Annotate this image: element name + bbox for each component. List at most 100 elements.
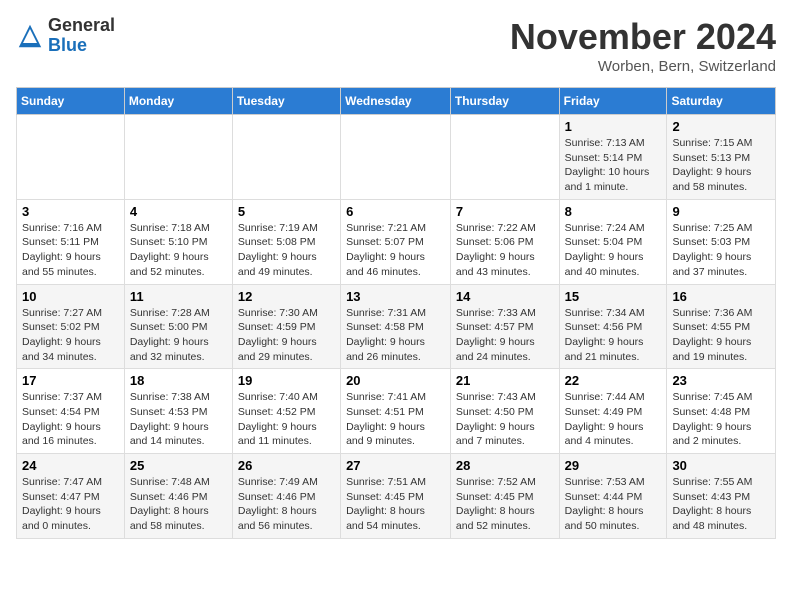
header: General Blue November 2024 Worben, Bern,…: [16, 16, 776, 75]
day-cell: 19Sunrise: 7:40 AM Sunset: 4:52 PM Dayli…: [232, 369, 340, 454]
day-info: Sunrise: 7:28 AM Sunset: 5:00 PM Dayligh…: [130, 306, 227, 365]
day-info: Sunrise: 7:19 AM Sunset: 5:08 PM Dayligh…: [238, 221, 335, 280]
day-number: 8: [565, 204, 662, 219]
day-cell: 24 Sunrise: 7:47 AM Sunset: 4:47 PM Dayli…: [17, 454, 125, 539]
header-sunday: Sunday: [17, 88, 125, 115]
day-number: 13: [346, 289, 445, 304]
day-cell: 14 Sunrise: 7:33 AM Sunset: 4:57 PM Dayli…: [450, 284, 559, 369]
day-number: 22: [565, 373, 662, 388]
day-info: Sunrise: 7:22 AM Sunset: 5:06 PM Dayligh…: [456, 221, 554, 280]
day-cell: 29 Sunrise: 7:53 AM Sunset: 4:44 PM Dayli…: [559, 454, 667, 539]
calendar-table: SundayMondayTuesdayWednesdayThursdayFrid…: [16, 87, 776, 539]
day-number: 4: [130, 204, 227, 219]
day-number: 16: [672, 289, 770, 304]
header-thursday: Thursday: [450, 88, 559, 115]
day-cell: [341, 115, 451, 200]
day-number: 10: [22, 289, 119, 304]
day-cell: 25 Sunrise: 7:48 AM Sunset: 4:46 PM Dayli…: [124, 454, 232, 539]
day-number: 23: [672, 373, 770, 388]
day-cell: 15Sunrise: 7:34 AM Sunset: 4:56 PM Dayli…: [559, 284, 667, 369]
day-number: 29: [565, 458, 662, 473]
day-cell: 8Sunrise: 7:24 AM Sunset: 5:04 PM Daylig…: [559, 199, 667, 284]
day-cell: 20 Sunrise: 7:41 AM Sunset: 4:51 PM Dayli…: [341, 369, 451, 454]
day-cell: 2 Sunrise: 7:15 AM Sunset: 5:13 PM Daylig…: [667, 115, 776, 200]
week-row-5: 24 Sunrise: 7:47 AM Sunset: 4:47 PM Dayli…: [17, 454, 776, 539]
day-info: Sunrise: 7:44 AM Sunset: 4:49 PM Dayligh…: [565, 390, 662, 449]
day-info: Sunrise: 7:33 AM Sunset: 4:57 PM Dayligh…: [456, 306, 554, 365]
day-cell: 5 Sunrise: 7:19 AM Sunset: 5:08 PM Daylig…: [232, 199, 340, 284]
day-number: 26: [238, 458, 335, 473]
day-number: 1: [565, 119, 662, 134]
header-wednesday: Wednesday: [341, 88, 451, 115]
day-number: 9: [672, 204, 770, 219]
day-info: Sunrise: 7:51 AM Sunset: 4:45 PM Dayligh…: [346, 475, 445, 534]
day-cell: 22 Sunrise: 7:44 AM Sunset: 4:49 PM Dayli…: [559, 369, 667, 454]
header-saturday: Saturday: [667, 88, 776, 115]
header-monday: Monday: [124, 88, 232, 115]
day-number: 25: [130, 458, 227, 473]
day-info: Sunrise: 7:38 AM Sunset: 4:53 PM Dayligh…: [130, 390, 227, 449]
day-cell: 13 Sunrise: 7:31 AM Sunset: 4:58 PM Dayli…: [341, 284, 451, 369]
day-cell: 10Sunrise: 7:27 AM Sunset: 5:02 PM Dayli…: [17, 284, 125, 369]
day-info: Sunrise: 7:13 AM Sunset: 5:14 PM Dayligh…: [565, 136, 662, 195]
day-cell: [17, 115, 125, 200]
day-number: 18: [130, 373, 227, 388]
day-number: 20: [346, 373, 445, 388]
day-number: 11: [130, 289, 227, 304]
location: Worben, Bern, Switzerland: [510, 58, 776, 75]
day-info: Sunrise: 7:45 AM Sunset: 4:48 PM Dayligh…: [672, 390, 770, 449]
day-cell: 23 Sunrise: 7:45 AM Sunset: 4:48 PM Dayli…: [667, 369, 776, 454]
day-cell: 9Sunrise: 7:25 AM Sunset: 5:03 PM Daylig…: [667, 199, 776, 284]
day-cell: 1 Sunrise: 7:13 AM Sunset: 5:14 PM Daylig…: [559, 115, 667, 200]
day-cell: 6 Sunrise: 7:21 AM Sunset: 5:07 PM Daylig…: [341, 199, 451, 284]
day-cell: 26 Sunrise: 7:49 AM Sunset: 4:46 PM Dayli…: [232, 454, 340, 539]
day-cell: 7 Sunrise: 7:22 AM Sunset: 5:06 PM Daylig…: [450, 199, 559, 284]
day-info: Sunrise: 7:34 AM Sunset: 4:56 PM Dayligh…: [565, 306, 662, 365]
day-info: Sunrise: 7:16 AM Sunset: 5:11 PM Dayligh…: [22, 221, 119, 280]
day-info: Sunrise: 7:21 AM Sunset: 5:07 PM Dayligh…: [346, 221, 445, 280]
day-cell: 3Sunrise: 7:16 AM Sunset: 5:11 PM Daylig…: [17, 199, 125, 284]
day-info: Sunrise: 7:55 AM Sunset: 4:43 PM Dayligh…: [672, 475, 770, 534]
day-info: Sunrise: 7:43 AM Sunset: 4:50 PM Dayligh…: [456, 390, 554, 449]
day-cell: 16 Sunrise: 7:36 AM Sunset: 4:55 PM Dayli…: [667, 284, 776, 369]
week-row-4: 17Sunrise: 7:37 AM Sunset: 4:54 PM Dayli…: [17, 369, 776, 454]
day-cell: 17Sunrise: 7:37 AM Sunset: 4:54 PM Dayli…: [17, 369, 125, 454]
day-info: Sunrise: 7:48 AM Sunset: 4:46 PM Dayligh…: [130, 475, 227, 534]
title-area: November 2024 Worben, Bern, Switzerland: [510, 16, 776, 75]
calendar-header-row: SundayMondayTuesdayWednesdayThursdayFrid…: [17, 88, 776, 115]
day-cell: 27 Sunrise: 7:51 AM Sunset: 4:45 PM Dayli…: [341, 454, 451, 539]
day-number: 5: [238, 204, 335, 219]
header-tuesday: Tuesday: [232, 88, 340, 115]
day-number: 30: [672, 458, 770, 473]
day-number: 28: [456, 458, 554, 473]
day-cell: 18 Sunrise: 7:38 AM Sunset: 4:53 PM Dayli…: [124, 369, 232, 454]
day-info: Sunrise: 7:30 AM Sunset: 4:59 PM Dayligh…: [238, 306, 335, 365]
day-info: Sunrise: 7:36 AM Sunset: 4:55 PM Dayligh…: [672, 306, 770, 365]
day-number: 7: [456, 204, 554, 219]
day-info: Sunrise: 7:53 AM Sunset: 4:44 PM Dayligh…: [565, 475, 662, 534]
day-info: Sunrise: 7:52 AM Sunset: 4:45 PM Dayligh…: [456, 475, 554, 534]
day-cell: 28 Sunrise: 7:52 AM Sunset: 4:45 PM Dayli…: [450, 454, 559, 539]
week-row-3: 10Sunrise: 7:27 AM Sunset: 5:02 PM Dayli…: [17, 284, 776, 369]
day-number: 2: [672, 119, 770, 134]
day-number: 21: [456, 373, 554, 388]
day-info: Sunrise: 7:49 AM Sunset: 4:46 PM Dayligh…: [238, 475, 335, 534]
day-info: Sunrise: 7:15 AM Sunset: 5:13 PM Dayligh…: [672, 136, 770, 195]
day-number: 27: [346, 458, 445, 473]
logo-icon: [16, 22, 44, 50]
day-info: Sunrise: 7:18 AM Sunset: 5:10 PM Dayligh…: [130, 221, 227, 280]
day-info: Sunrise: 7:47 AM Sunset: 4:47 PM Dayligh…: [22, 475, 119, 534]
day-cell: 30 Sunrise: 7:55 AM Sunset: 4:43 PM Dayli…: [667, 454, 776, 539]
day-number: 19: [238, 373, 335, 388]
week-row-1: 1 Sunrise: 7:13 AM Sunset: 5:14 PM Daylig…: [17, 115, 776, 200]
day-cell: 21 Sunrise: 7:43 AM Sunset: 4:50 PM Dayli…: [450, 369, 559, 454]
day-number: 12: [238, 289, 335, 304]
day-number: 6: [346, 204, 445, 219]
day-info: Sunrise: 7:31 AM Sunset: 4:58 PM Dayligh…: [346, 306, 445, 365]
day-number: 24: [22, 458, 119, 473]
week-row-2: 3Sunrise: 7:16 AM Sunset: 5:11 PM Daylig…: [17, 199, 776, 284]
header-friday: Friday: [559, 88, 667, 115]
day-cell: [124, 115, 232, 200]
day-number: 14: [456, 289, 554, 304]
day-info: Sunrise: 7:41 AM Sunset: 4:51 PM Dayligh…: [346, 390, 445, 449]
